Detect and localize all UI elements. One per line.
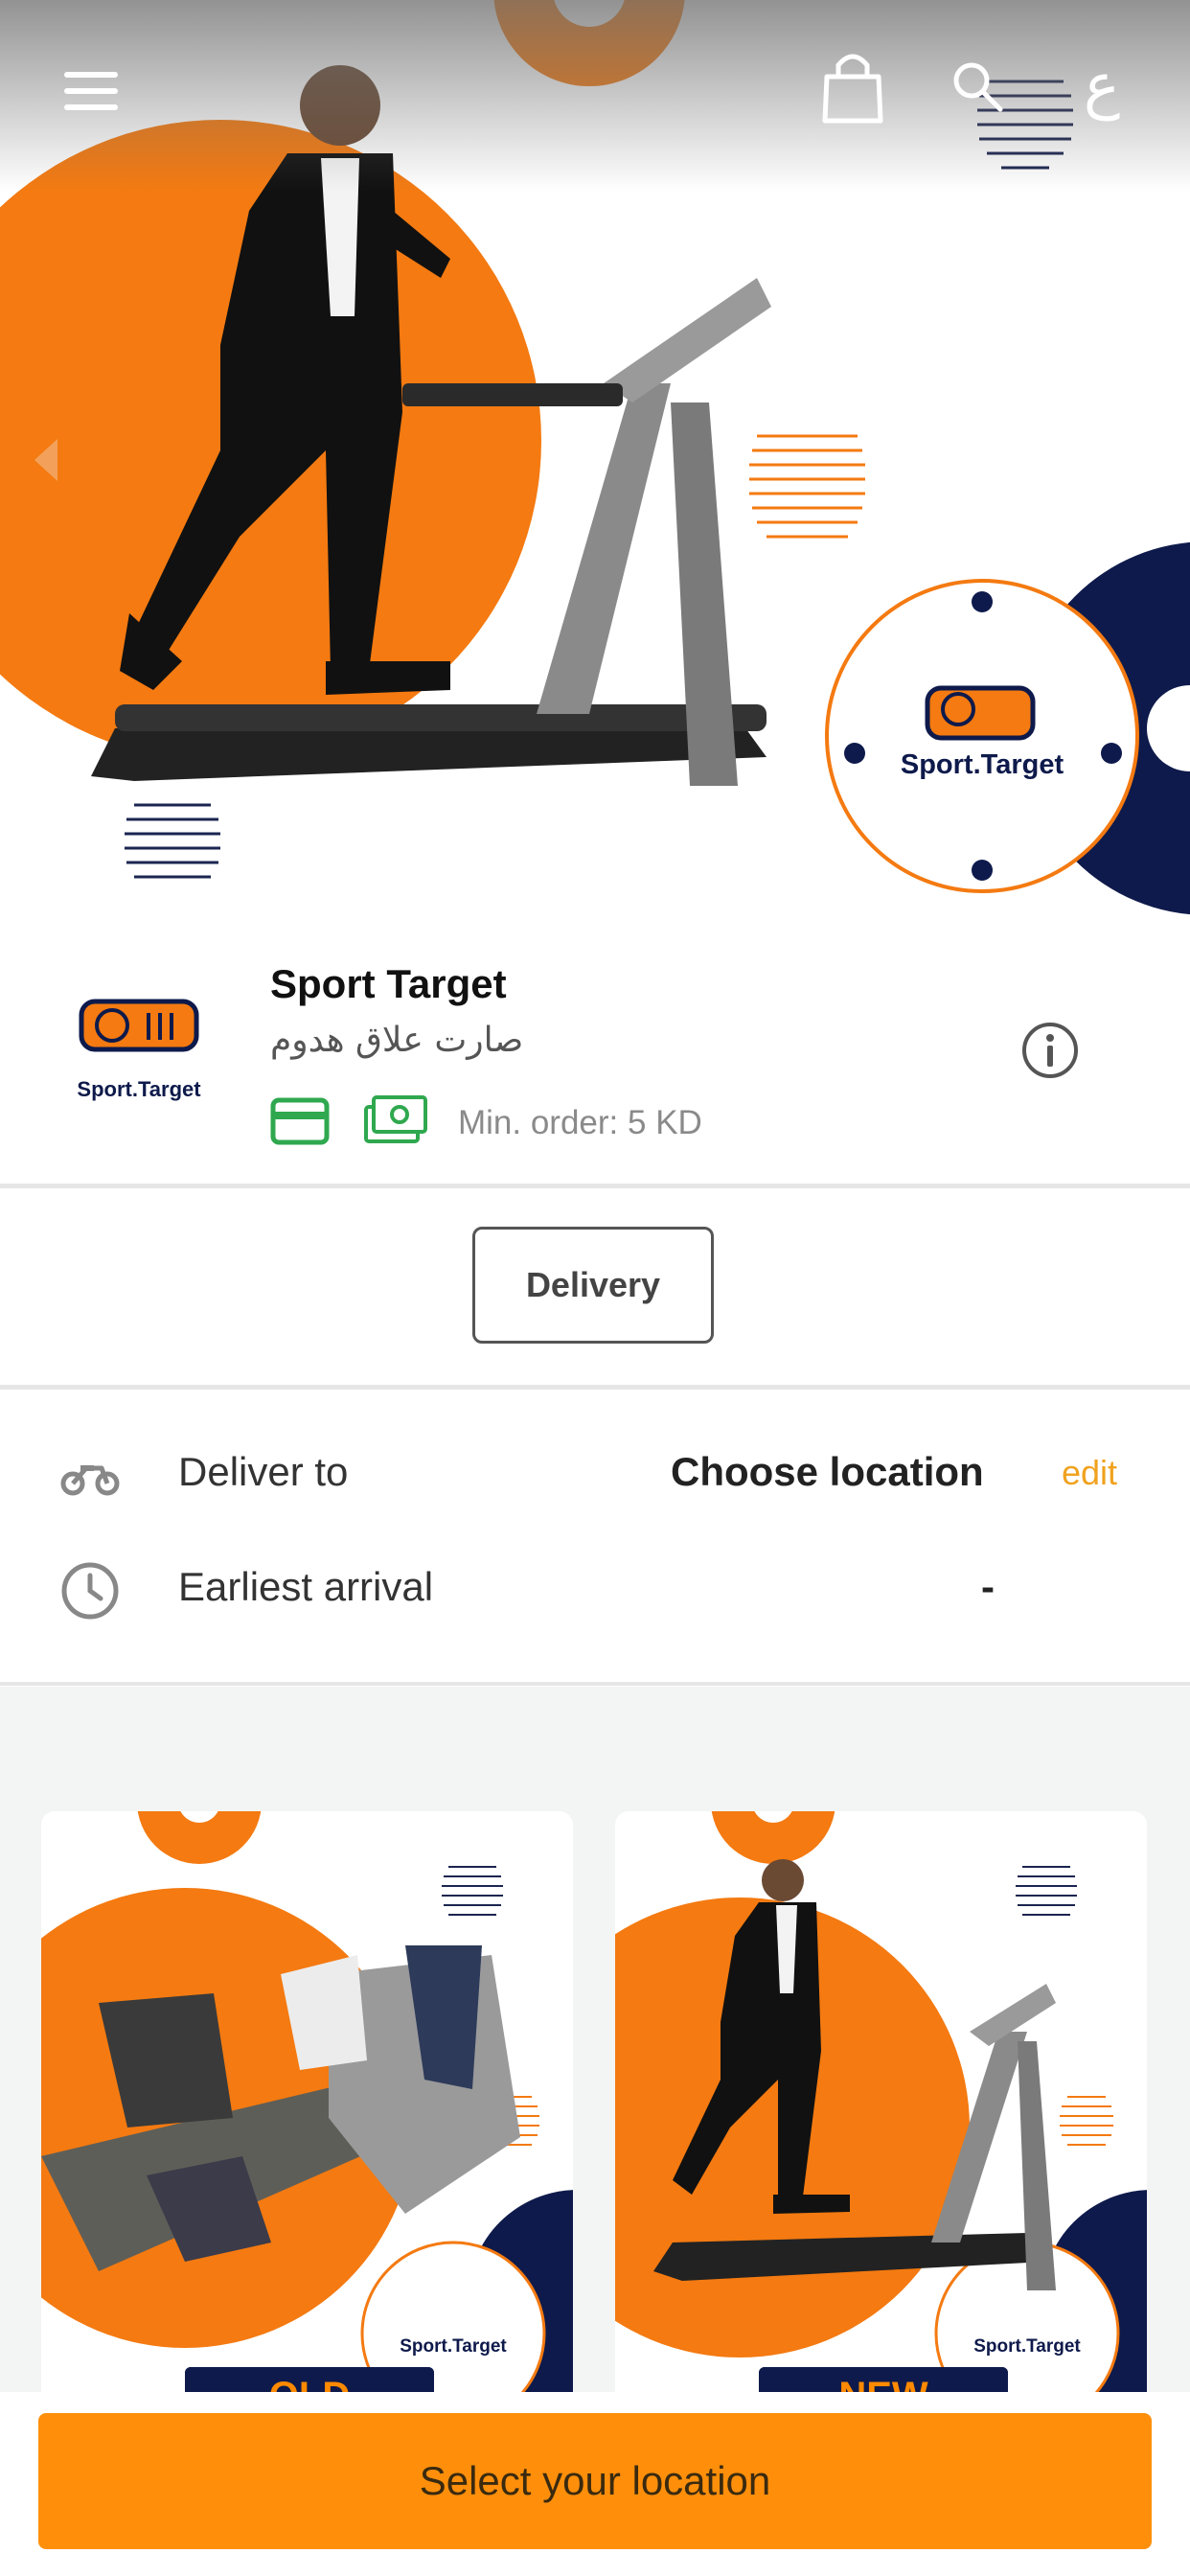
store-logo-text: Sport.Target <box>77 1077 201 1101</box>
earliest-arrival-value: - <box>981 1564 995 1609</box>
select-location-button[interactable]: Select your location <box>38 2413 1152 2549</box>
delivery-details: Deliver to Choose location edit Earliest… <box>0 1390 1190 1682</box>
banner-logo-text: Sport.Target <box>900 749 1064 780</box>
menu-icon <box>64 72 118 110</box>
shopping-bag-icon <box>822 54 883 124</box>
search-button[interactable] <box>939 48 1016 125</box>
product-image <box>615 1811 1147 2405</box>
edit-location-link[interactable]: edit <box>1062 1453 1117 1493</box>
product-card[interactable]: Sport.Target NEW <box>615 1811 1147 2405</box>
clock-icon <box>61 1562 119 1620</box>
motorbike-icon <box>60 1465 120 1496</box>
min-order-text: Min. order: 5 KD <box>458 1104 702 1141</box>
store-name: Sport Target <box>270 961 507 1006</box>
earliest-arrival-label: Earliest arrival <box>178 1564 434 1609</box>
bottom-action-bar: Select your location <box>0 2392 1190 2576</box>
chevron-left-icon <box>34 439 57 481</box>
cash-icon <box>364 1095 427 1143</box>
hero-banner[interactable]: ع Sport.Target <box>0 0 1190 915</box>
store-logo-image <box>79 999 199 1052</box>
product-card[interactable]: Sport.Target OLD <box>41 1811 573 2405</box>
deliver-to-label: Deliver to <box>178 1449 349 1494</box>
info-icon[interactable] <box>1020 1021 1080 1080</box>
product-image <box>41 1811 573 2405</box>
delivery-mode-button[interactable]: Delivery <box>472 1227 714 1344</box>
store-logo: Sport.Target <box>53 992 225 1116</box>
deliver-to-value[interactable]: Choose location <box>671 1449 984 1495</box>
banner-prev-button[interactable] <box>19 422 77 498</box>
order-mode-section: Delivery <box>0 1188 1190 1385</box>
store-name-arabic: صارت علاق هدوم <box>270 1021 524 1060</box>
store-info: Sport.Target Sport Target صارت علاق هدوم… <box>0 915 1190 1184</box>
divider <box>0 1682 1190 1686</box>
product-card-logo-text: Sport.Target <box>400 2336 507 2357</box>
menu-button[interactable] <box>53 53 129 129</box>
cart-button[interactable] <box>810 43 896 129</box>
search-icon <box>953 62 1003 112</box>
credit-card-icon <box>270 1097 330 1145</box>
language-toggle[interactable]: ع <box>1064 43 1140 129</box>
product-card-logo-text: Sport.Target <box>973 2336 1081 2357</box>
